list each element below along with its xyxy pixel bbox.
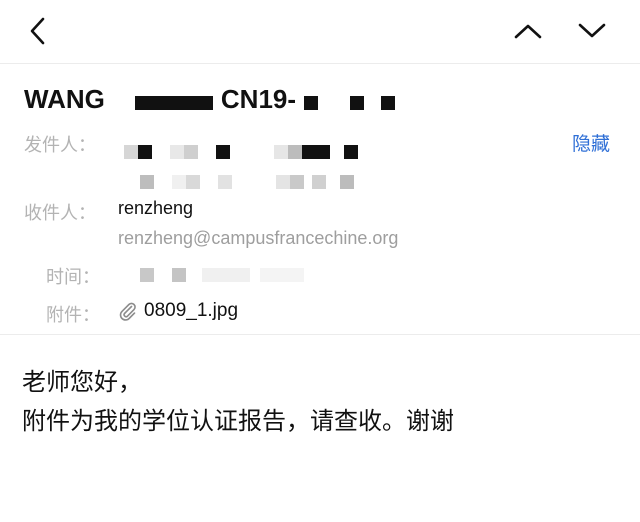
subject-prefix: WANG [24,83,105,114]
body-message: 附件为我的学位认证报告，请查收。谢谢 [22,407,454,435]
recipient-email[interactable]: renzheng@campusfrancechine.org [118,228,398,249]
recipient-label: 收件人： [24,203,96,224]
sender-name-redacted [124,145,358,159]
recipient-name[interactable]: renzheng [118,198,193,219]
body-greeting: 老师您好， [22,368,142,396]
mail-subject: WANG CN19- [24,83,396,115]
attachment-label: 附件： [46,305,100,326]
redaction-block [350,96,365,110]
subject-middle: CN19- [220,83,297,114]
chevron-left-icon [30,17,45,45]
attachment-item[interactable]: 0809_1.jpg [118,298,238,324]
time-label: 时间： [46,267,100,288]
nav-divider [0,63,640,64]
top-nav-bar [0,0,640,62]
hide-details-link[interactable]: 隐藏 [572,129,610,156]
next-mail-button[interactable] [572,12,612,50]
redaction-block [134,96,213,110]
redaction-block [304,96,319,110]
email-detail-screen: WANG CN19- 发件人： 隐藏 收件人： renzheng renzhen… [0,0,640,522]
time-value-redacted [140,268,304,282]
sender-email-redacted [140,175,354,189]
redaction-block [381,96,396,110]
back-button[interactable] [18,12,58,50]
attachment-filename: 0809_1.jpg [144,300,239,321]
paperclip-icon [119,302,136,321]
chevron-up-icon [514,24,542,39]
header-divider [0,334,640,335]
previous-mail-button[interactable] [508,12,548,50]
sender-label: 发件人： [24,135,96,156]
chevron-down-icon [578,23,606,38]
